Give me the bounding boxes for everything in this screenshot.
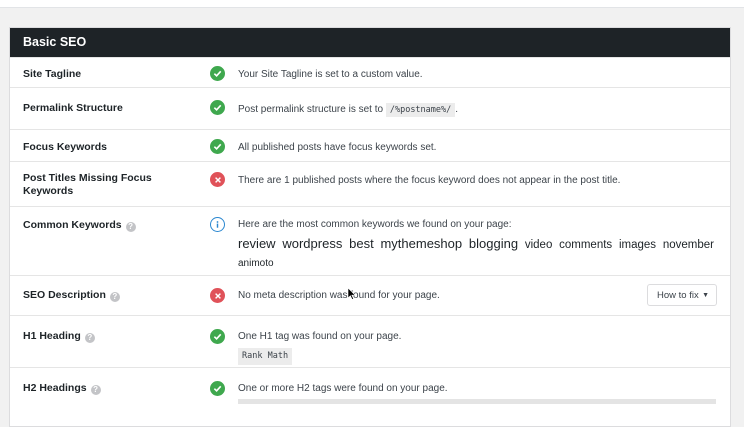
- row-h2-headings: H2 Headings? One or more H2 tags were fo…: [10, 367, 730, 427]
- description-suffix: .: [455, 104, 459, 115]
- row-label-text: H2 Headings: [23, 382, 87, 394]
- check-icon: [210, 329, 225, 344]
- keyword: images: [618, 239, 657, 251]
- keyword: november: [662, 239, 714, 251]
- check-icon: [210, 139, 225, 154]
- help-icon[interactable]: ?: [109, 292, 120, 302]
- keyword: wordpress: [282, 236, 343, 251]
- row-label: H1 Heading?: [23, 330, 173, 343]
- row-label: Focus Keywords: [23, 141, 108, 153]
- row-post-titles-missing-focus: Post Titles Missing Focus Keywords There…: [10, 161, 730, 206]
- row-description: There are 1 published posts where the fo…: [238, 175, 621, 186]
- how-to-fix-label: How to fix: [657, 290, 699, 301]
- keyword: mythemeshop: [380, 236, 463, 251]
- h2-tags-list: [238, 399, 716, 404]
- description-text: One H1 tag was found on your page.: [238, 331, 402, 342]
- row-seo-description: SEO Description? No meta description was…: [10, 275, 730, 315]
- cross-icon: [210, 288, 225, 303]
- row-label: Post Titles Missing Focus Keywords: [23, 172, 152, 197]
- help-icon[interactable]: ?: [90, 385, 101, 395]
- keyword: blogging: [468, 236, 519, 251]
- row-description: One H1 tag was found on your page. Rank …: [238, 330, 718, 365]
- row-description: No meta description was found for your p…: [238, 290, 440, 301]
- row-common-keywords: Common Keywords? Here are the most commo…: [10, 206, 730, 275]
- keyword: best: [349, 236, 374, 251]
- row-permalink-structure: Permalink Structure Post permalink struc…: [10, 87, 730, 129]
- row-label-text: SEO Description: [23, 289, 106, 301]
- row-description: One or more H2 tags were found on your p…: [238, 383, 448, 394]
- cross-icon: [210, 172, 225, 187]
- check-icon: [210, 66, 225, 81]
- row-description: Post permalink structure is set to /%pos…: [238, 103, 718, 117]
- row-label: Site Tagline: [23, 68, 82, 80]
- how-to-fix-button[interactable]: How to fix ▼: [647, 284, 717, 306]
- top-strip: [0, 0, 744, 8]
- panel-title: Basic SEO: [10, 28, 730, 57]
- description-text: Post permalink structure is set to: [238, 104, 384, 115]
- row-label-text: Common Keywords: [23, 219, 122, 231]
- caret-down-icon: ▼: [702, 292, 709, 299]
- check-icon: [210, 381, 225, 396]
- row-h1-heading: H1 Heading? One H1 tag was found on your…: [10, 315, 730, 367]
- keyword-cloud: review wordpress best mythemeshop bloggi…: [238, 235, 718, 273]
- keyword: animoto: [238, 258, 274, 269]
- row-description: Here are the most common keywords we fou…: [238, 218, 718, 273]
- basic-seo-panel: Basic SEO Site Tagline Your Site Tagline…: [9, 27, 731, 427]
- row-site-tagline: Site Tagline Your Site Tagline is set to…: [10, 57, 730, 87]
- keyword: review: [238, 236, 276, 251]
- row-label: H2 Headings?: [23, 382, 173, 395]
- info-icon: [210, 217, 225, 232]
- help-icon[interactable]: ?: [125, 222, 136, 232]
- help-icon[interactable]: ?: [84, 333, 95, 343]
- row-label-text: H1 Heading: [23, 330, 81, 342]
- row-description: All published posts have focus keywords …: [238, 142, 437, 153]
- keyword: comments: [559, 239, 613, 251]
- row-focus-keywords: Focus Keywords All published posts have …: [10, 129, 730, 161]
- row-label: Permalink Structure: [23, 102, 123, 114]
- row-label: Common Keywords?: [23, 219, 173, 232]
- permalink-code: /%postname%/: [385, 103, 456, 117]
- keyword: video: [524, 239, 553, 251]
- row-label: SEO Description?: [23, 289, 173, 302]
- row-description: Your Site Tagline is set to a custom val…: [238, 69, 423, 80]
- h1-tag-value: Rank Math: [238, 348, 293, 365]
- check-icon: [210, 100, 225, 115]
- description-text: Here are the most common keywords we fou…: [238, 219, 512, 230]
